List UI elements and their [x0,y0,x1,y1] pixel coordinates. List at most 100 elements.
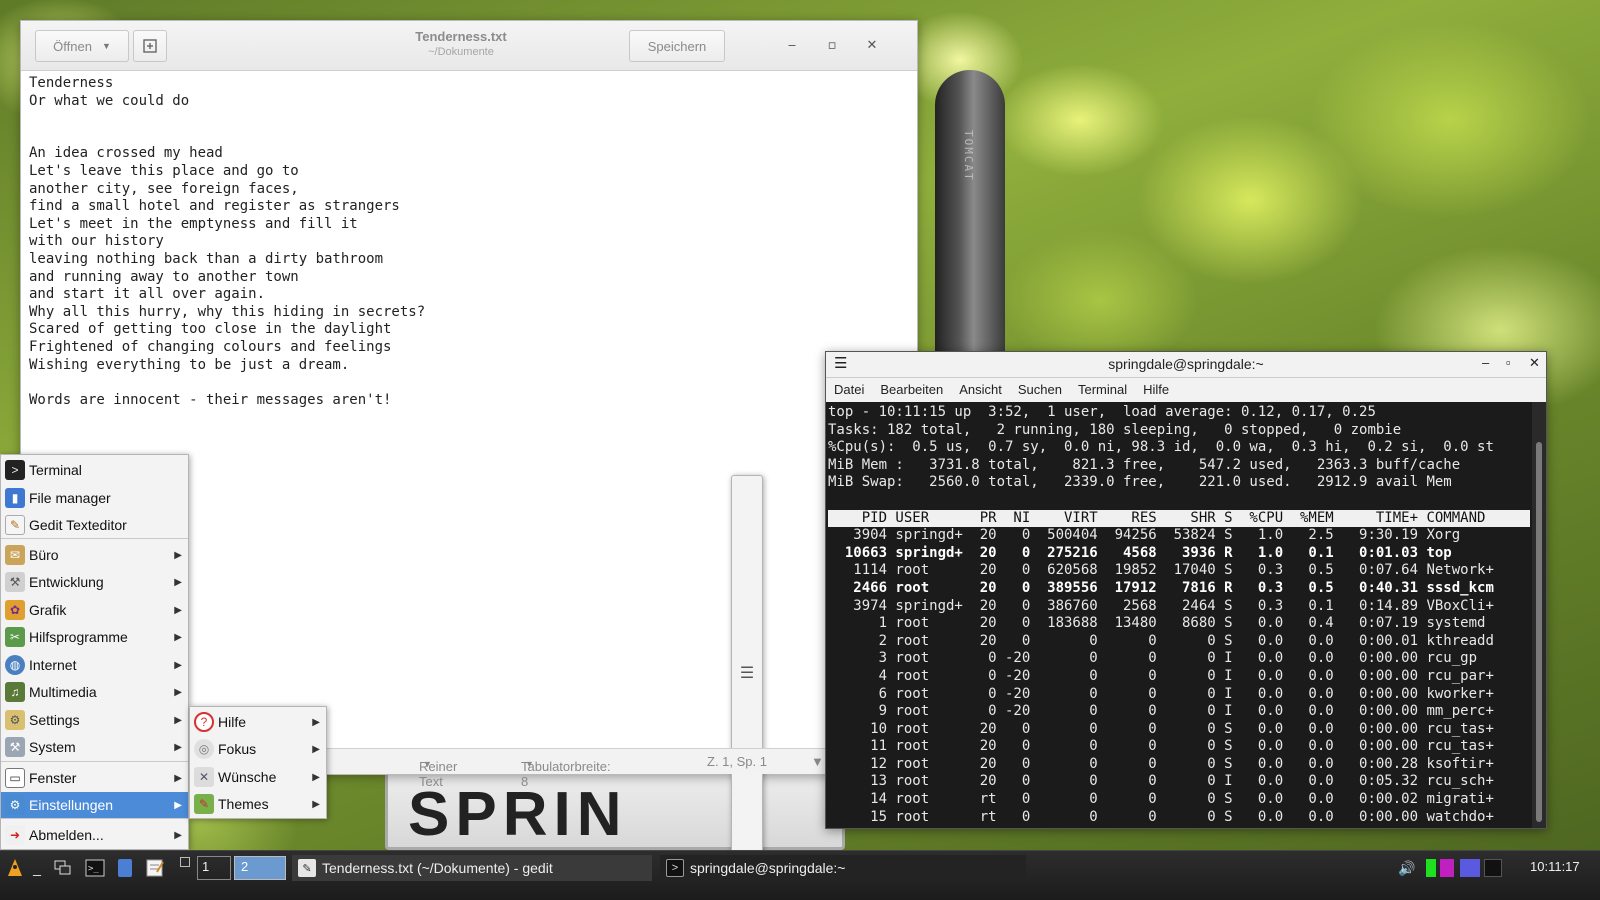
window-title: Tenderness.txt ~/Dokumente [415,29,507,58]
menu-bearbeiten[interactable]: Bearbeiten [880,382,943,402]
load-monitor-icon [1484,859,1502,877]
save-button[interactable]: Speichern [629,30,725,62]
process-row: 2466 root 20 0 389556 17912 7816 R 0.3 0… [828,580,1530,598]
menu-item-label: Fenster [29,770,77,786]
volume-icon[interactable]: 🔊 [1396,857,1418,879]
process-row: 4 root 0 -20 0 0 0 I 0.0 0.0 0:00.00 rcu… [828,668,1530,686]
menu-item-terminal[interactable]: > Terminal [1,457,188,483]
menu-suchen[interactable]: Suchen [1018,382,1062,402]
process-row-text: 10663 springd+ 20 0 275216 4568 3936 R 1… [828,544,1452,561]
settings-icon: ⚙ [5,710,25,730]
open-button[interactable]: Öffnen ▼ [35,30,129,62]
menu-item-internet[interactable]: ◍ Internet ▶ [1,652,188,678]
memory-monitor-icon [1440,859,1454,877]
menu-item-label: Büro [29,547,59,563]
menu-item-hilfsprogramme[interactable]: ✂ Hilfsprogramme ▶ [1,624,188,650]
menu-datei[interactable]: Datei [834,382,864,402]
menu-hilfe[interactable]: Hilfe [1143,382,1169,402]
menu-item-settings[interactable]: ⚙ Settings ▶ [1,707,188,733]
menu-item-entwicklung[interactable]: ⚒ Entwicklung ▶ [1,569,188,595]
terminal-output[interactable]: top - 10:11:15 up 3:52, 1 user, load ave… [826,402,1532,828]
submenu-item-hilfe[interactable]: ? Hilfe ▶ [190,709,326,735]
menu-ansicht[interactable]: Ansicht [959,382,1002,402]
menu-item-label: Entwicklung [29,574,104,590]
internet-icon: ◍ [5,655,25,675]
preferences-icon: ⚙ [5,795,25,815]
window-list-icon[interactable] [52,857,74,879]
workspace-2[interactable]: 2 [234,856,286,880]
menu-item-büro[interactable]: ✉ Büro ▶ [1,542,188,568]
top-summary-line: %Cpu(s): 0.5 us, 0.7 sy, 0.0 ni, 98.3 id… [828,439,1494,456]
submenu-item-label: Fokus [218,741,257,757]
process-row-text: 3974 springd+ 20 0 386760 2568 2464 S 0.… [828,597,1494,614]
submenu-item-label: Wünsche [218,769,277,785]
process-row: 2 root 20 0 0 0 0 S 0.0 0.0 0:00.01 kthr… [828,633,1530,651]
menu-separator [1,538,188,539]
process-row-text: 2466 root 20 0 389556 17912 7816 R 0.3 0… [828,579,1494,596]
new-tab-button[interactable] [133,30,167,62]
menu-item-abmelden[interactable]: ➜ Abmelden... ▶ [1,822,188,848]
menu-item-file-manager[interactable]: ▮ File manager [1,485,188,511]
submenu-item-themes[interactable]: ✎ Themes ▶ [190,791,326,817]
menu-launcher-icon[interactable] [4,857,26,879]
chevron-right-icon: ▶ [312,798,320,810]
process-row: 1 root 20 0 183688 13480 8680 S 0.0 0.4 … [828,615,1530,633]
process-row-text: 10 root 20 0 0 0 0 S 0.0 0.0 0:00.00 rcu… [828,720,1494,737]
process-row-text: 14 root rt 0 0 0 0 S 0.0 0.0 0:00.02 mig… [828,791,1494,808]
terminal-title: springdale@springdale:~ [1108,356,1264,372]
menu-item-einstellungen[interactable]: ⚙ Einstellungen ▶ [1,792,188,818]
file-manager-launcher-icon[interactable] [114,857,136,879]
chevron-down-icon: ▼ [423,759,432,769]
maximize-button[interactable]: ▫ [821,35,843,57]
chevron-right-icon: ▶ [174,549,182,561]
menu-item-label: File manager [29,490,111,506]
multimedia-icon: ♫ [5,682,25,702]
close-button[interactable]: ✕ [861,35,883,57]
process-row: 3 root 0 -20 0 0 0 I 0.0 0.0 0:00.00 rcu… [828,650,1530,668]
minimize-all-icon[interactable]: _ [26,857,48,879]
minimize-button[interactable]: ‒ [781,35,803,57]
scrollbar-thumb[interactable] [1536,442,1542,822]
chevron-right-icon: ▶ [174,772,182,784]
process-row: 11 root 20 0 0 0 0 S 0.0 0.0 0:00.00 rcu… [828,738,1530,756]
menu-item-system[interactable]: ⚒ System ▶ [1,734,188,760]
menu-item-gedit-texteditor[interactable]: ✎ Gedit Texteditor [1,512,188,538]
process-row-text: 13 root 20 0 0 0 0 I 0.0 0.0 0:05.32 rcu… [828,773,1494,790]
menu-item-multimedia[interactable]: ♫ Multimedia ▶ [1,679,188,705]
submenu-item-fokus[interactable]: ◎ Fokus ▶ [190,736,326,762]
maximize-icon[interactable]: ▫ [1506,355,1511,370]
task-terminal[interactable]: > springdale@springdale:~ [660,855,1026,881]
top-summary-line: MiB Mem : 3731.8 total, 821.3 free, 547.… [828,456,1461,473]
process-row-text: 4 root 0 -20 0 0 0 I 0.0 0.0 0:00.00 rcu… [828,667,1494,684]
themes-icon: ✎ [194,794,214,814]
graphics-icon: ✿ [5,600,25,620]
close-icon[interactable]: ✕ [1529,355,1540,371]
clock[interactable]: 10:11:17 [1530,859,1580,874]
terminal-launcher-icon[interactable]: >_ [84,857,106,879]
text-editor-icon: ✎ [298,859,316,877]
text-editor-launcher-icon[interactable] [144,857,166,879]
submenu-item-wünsche[interactable]: ✕ Wünsche ▶ [190,764,326,790]
logout-icon: ➜ [5,825,25,845]
minimize-icon[interactable]: ‒ [1482,355,1489,370]
top-summary-line: MiB Swap: 2560.0 total, 2339.0 free, 221… [828,474,1452,491]
process-row: 3974 springd+ 20 0 386760 2568 2464 S 0.… [828,598,1530,616]
help-icon: ? [194,712,214,732]
process-row: 9 root 0 -20 0 0 0 I 0.0 0.0 0:00.00 mm_… [828,703,1530,721]
chevron-right-icon: ▶ [174,659,182,671]
document-text[interactable]: Tenderness Or what we could do An idea c… [29,75,893,409]
process-row-text: 6 root 0 -20 0 0 0 I 0.0 0.0 0:00.00 kwo… [828,685,1494,702]
chevron-down-icon: ▼ [525,759,534,769]
menu-terminal[interactable]: Terminal [1078,382,1127,402]
process-row-text: 15 root rt 0 0 0 0 S 0.0 0.0 0:00.00 wat… [828,808,1494,825]
menu-item-grafik[interactable]: ✿ Grafik ▶ [1,597,188,623]
terminal-icon: > [666,859,684,877]
menu-item-label: Einstellungen [29,797,114,813]
task-gedit[interactable]: ✎ Tenderness.txt (~/Dokumente) - gedit [292,855,652,881]
workspace-1[interactable]: 1 [197,856,231,880]
process-row: 10 root 20 0 0 0 0 S 0.0 0.0 0:00.00 rcu… [828,721,1530,739]
terminal-scrollbar[interactable] [1532,402,1546,828]
menu-item-fenster[interactable]: ▭ Fenster ▶ [1,765,188,791]
chevron-down-icon[interactable]: ▼ [811,754,824,769]
menu-separator [1,818,188,819]
